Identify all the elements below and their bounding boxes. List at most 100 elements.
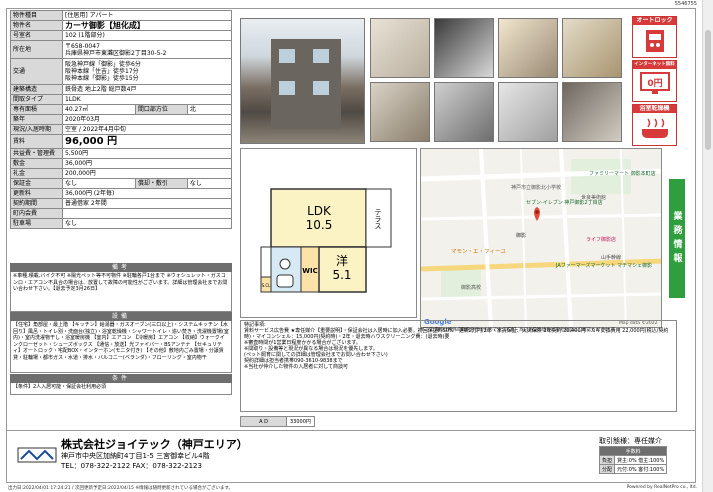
spec-value: なし [62,218,232,229]
amenity-bath-dryer: 浴室乾燥機 [632,104,677,146]
fee-label: 負担 [598,455,616,465]
company-logo [17,444,57,466]
jouken-title: 条件 [10,374,232,383]
amenity-title: インターネット無料 [633,61,676,69]
spec-label: 物件名 [10,20,63,31]
map-label: ライフ御影店 [586,236,616,243]
spec-label: 建築構造 [10,84,63,95]
wic-label: WIC [302,267,317,275]
ldk-size: 10.5 [306,218,333,232]
spec-value: なし [62,178,136,189]
spec-label: 更新料 [10,188,63,199]
room-photo-thumbnail[interactable] [562,82,622,142]
ldk-label: LDK [307,204,332,218]
spec-label: 築年 [10,114,63,125]
spec-label: 町内会費 [10,208,63,219]
room-photo-thumbnail[interactable] [370,82,430,142]
rent-value: 96,000 円 [62,134,232,149]
remarks-text-2: ※審査時間が1営業日程度かかる場合がございます。 ※間取り・設備等と現況が異なる… [244,340,388,370]
company-name: 株式会社ジョイテック（神戸エリア） [61,438,248,451]
spec-value: 鉄骨造 地上2階 総戸数4戸 [62,84,232,95]
fee-value: 元付:0% 客付:100% [614,464,668,474]
property-name: カーサ御影【旭化成】 [62,20,232,31]
map-label: 御影高校 [461,284,481,291]
spec-value: 空室 / 2022年4月中旬 [62,124,232,135]
monitor-icon: 0円 [633,69,676,98]
fee-table: 手数料 負担 貸主:0% 借主:100% 分配 元付:0% 客付:100% [598,446,668,474]
room-photo-thumbnail[interactable] [434,18,494,78]
bath-icon [633,113,676,142]
address-value: 〒658-0047 兵庫県神戸市東灘区御影2丁目30-5-2 [62,40,232,59]
spec-label: 所在地 [10,40,63,59]
spec-label: 間口部方位 [134,104,188,115]
spec-label: 敷金 [10,158,63,169]
powered-by: Powered by RealNetPro co., ltd. [626,485,697,490]
spec-label: 号室名 [10,30,63,41]
amenity-autolock: オートロック [632,16,677,58]
footer-divider [6,430,696,431]
company-phone: TEL：078-322-2122 FAX：078-322-2123 [61,462,202,470]
spec-value: 2020年03月 [62,114,232,125]
transaction-type: 取引態様：専任媒介 [599,437,662,445]
map-label: 世良美術館 [581,194,606,201]
jouken-body: 【条件】2人入居可能・保証会社利用必須 [10,383,232,395]
room-photo-thumbnail[interactable] [370,18,430,78]
spec-value: 普通借家 2年間 [62,198,232,209]
map-label: 御影 [516,232,526,239]
spec-label: 駐車場 [10,218,63,229]
main-building-photo[interactable] [240,18,365,144]
property-spec-table: 物件種目 [住居用] アパート 物件名 カーサ御影【旭化成】 号室名 102 (1階部… [10,10,233,229]
map-label: ファミリーマート 御影本町店 [589,170,656,177]
bikou-body: ※車種,積載,バイク不可 ※陽光ペット等不可物件 ※駐輪各戸1台まで ※ウォシュ… [10,272,232,312]
spec-label: 物件種目 [10,10,63,21]
spec-value: 36,000円 (2年毎) [62,188,232,199]
spec-label: 間取タイプ [10,94,63,105]
scrollbar[interactable] [702,0,713,492]
ad-table: A D 33000円 [240,416,315,427]
fee-value: 貸主:0% 借主:100% [614,455,668,465]
scrollbar-thumb[interactable] [705,30,711,150]
location-map[interactable]: 神戸市立御影北小学校 セブン-イレブン 神戸御影2丁目店 ファミリーマート 御影… [420,148,662,328]
spec-value: 36,000円 [62,158,232,169]
fee-header: 手数料 [598,446,668,456]
room-photo-thumbnail[interactable] [498,82,558,142]
floor-plan[interactable]: LDK 10.5 洋 5.1 テラス WIC S.CL [240,148,417,318]
business-info-tab[interactable]: 業務情報 [669,179,685,298]
spec-value: なし [186,178,233,189]
spec-value [62,208,232,219]
spec-label: 契約期間 [10,198,63,209]
room-photo-thumbnail[interactable] [498,18,558,78]
spec-label: 礼金 [10,168,63,179]
spec-label: 交通 [10,58,63,85]
room-photo-thumbnail[interactable] [562,18,622,78]
spec-label: 共益費・管理費 [10,148,63,159]
output-meta: 出力日:2022/04/01 17:24:21 / 次回更新予定日:2022/0… [8,486,234,491]
spec-value: 200,000円 [62,168,232,179]
window [279,81,295,95]
lock-icon [633,25,676,54]
access-value: 阪急神戸線「御影」徒歩6分 阪神本線「住吉」徒歩17分 阪神本線「御影」徒歩15… [62,58,232,85]
room-photo-thumbnail[interactable] [434,82,494,142]
company-address: 神戸市中央区加納町4丁目1-5 三宮御幸ビル4階 [61,452,210,460]
amenity-title: オートロック [633,17,676,25]
ad-value: 33000円 [286,416,315,427]
spec-label: 保証金 [10,178,63,189]
map-label: 神戸市立御影北小学校 [511,184,561,191]
shoe-closet-label: S.CL [262,283,272,288]
window [313,49,329,63]
spec-value: 北 [186,104,233,115]
fee-label: 分配 [598,464,616,474]
amenity-title: 浴室乾燥機 [633,105,676,113]
spec-label: 専有面積 [10,104,63,115]
western-room-size: 5.1 [332,268,351,282]
bikou-title: 備考 [10,263,232,272]
map-label: マモン・エ・フィーユ [451,248,506,255]
amenity-internet-free: インターネット無料 0円 [632,60,677,102]
spec-value: [住居用] アパート [62,10,232,21]
free-badge: 0円 [647,78,662,89]
remarks-text: 賃料サービス広告費 ★専任媒介【重要説明】・保証会社は入居時に加入必要。初回保証… [244,328,669,340]
spec-label: 現況/入居時期 [10,124,63,135]
spec-value: 40.27㎡ [62,104,136,115]
spec-value: 1LDK [62,94,232,105]
spec-value: 102 (1階部分) [62,30,232,41]
